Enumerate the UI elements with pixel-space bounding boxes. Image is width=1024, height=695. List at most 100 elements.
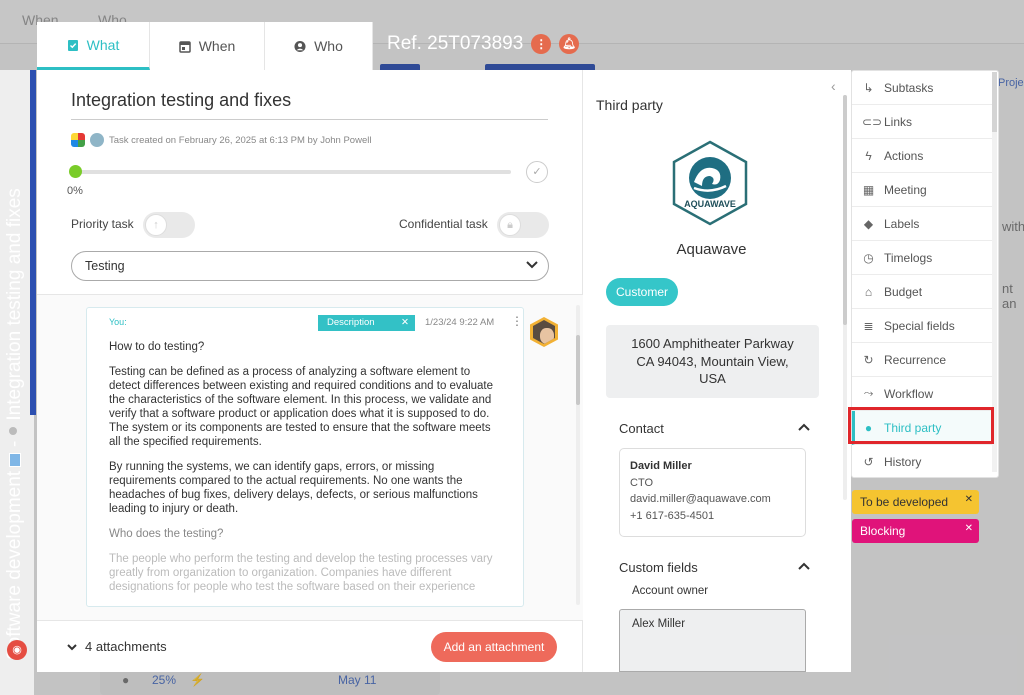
panel-scroll-thumb[interactable] — [843, 95, 847, 325]
menu-labels[interactable]: ◆ Labels — [852, 207, 992, 241]
menu-label: Budget — [884, 284, 923, 299]
task-title-input[interactable]: Integration testing and fixes — [71, 90, 548, 120]
eye-icon[interactable]: ◉ — [7, 640, 27, 660]
priority-toggle[interactable]: ↑ — [143, 212, 195, 238]
menu-subtasks[interactable]: ↳ Subtasks — [852, 71, 992, 105]
company-logo: AQUAWAVE — [672, 140, 748, 226]
progress-handle[interactable] — [69, 165, 82, 178]
tab-who[interactable]: Who — [265, 22, 373, 70]
arrow-up-icon: ↑ — [145, 214, 167, 236]
description-tag-label: Description — [327, 317, 375, 328]
menu-label: Timelogs — [884, 250, 933, 265]
menu-label: Subtasks — [884, 80, 934, 95]
history-icon: ↺ — [863, 455, 874, 469]
contact-email[interactable]: david.miller@aquawave.com — [630, 491, 795, 508]
vertical-task-name: Integration testing and fixes — [4, 188, 25, 421]
menu-budget[interactable]: ⌂ Budget — [852, 275, 992, 309]
menu-links[interactable]: ⊂⊃ Links — [852, 105, 992, 139]
recurrence-icon: ↻ — [863, 352, 874, 367]
task-reference: Ref. 25T073893 — [387, 33, 524, 54]
status-select[interactable]: Testing — [71, 251, 549, 281]
comment-question: How to do testing? — [109, 341, 205, 353]
tab-when[interactable]: When — [150, 22, 265, 70]
address-line: CA 94043, Mountain View, — [636, 353, 789, 369]
menu-label: History — [884, 455, 922, 469]
account-owner-field[interactable]: Alex Miller — [619, 609, 806, 672]
complete-check-icon[interactable]: ✓ — [526, 161, 548, 183]
address-line: USA — [699, 371, 726, 387]
progress-percent: 0% — [67, 185, 83, 197]
menu-meeting[interactable]: ▦ Meeting — [852, 173, 992, 207]
menu-special-fields[interactable]: ≣ Special fields — [852, 309, 992, 343]
chevron-down-icon — [67, 639, 77, 654]
menu-workflow[interactable]: ⤳ Workflow — [852, 377, 992, 411]
contact-name: David Miller — [630, 460, 692, 472]
label-tag[interactable]: To be developed ✕ — [852, 490, 979, 514]
link-icon: ⊂⊃ — [862, 114, 883, 129]
contact-phone[interactable]: +1 617-635-4501 — [630, 508, 795, 525]
calendar-meeting-icon: ▦ — [862, 182, 875, 197]
comment-paragraph: Testing can be defined as a process of a… — [109, 366, 494, 449]
menu-label: Recurrence — [884, 352, 947, 367]
third-party-pane: Third party ‹ AQUAWAVE Aquawave Customer… — [584, 70, 851, 672]
bell-icon[interactable]: 🔔︎ — [559, 34, 580, 54]
workflow-icon: ⤳ — [863, 386, 874, 400]
collapse-left-icon[interactable]: ‹ — [831, 78, 836, 94]
chevron-down-icon — [526, 258, 538, 272]
menu-scroll-thumb[interactable] — [992, 72, 997, 132]
menu-label: Meeting — [884, 182, 927, 197]
more-options-icon[interactable]: ⋮ — [531, 34, 552, 54]
contact-card[interactable]: David Miller CTO david.miller@aquawave.c… — [619, 448, 806, 537]
chevron-up-icon[interactable] — [798, 559, 810, 573]
vertical-project-name: Software development — [4, 470, 25, 660]
menu-history[interactable]: ↺ History — [852, 445, 992, 479]
menu-timelogs[interactable]: ◷ Timelogs — [852, 241, 992, 275]
priority-label: Priority task — [71, 217, 134, 231]
customer-badge: Customer — [606, 278, 678, 306]
address-box: 1600 Amphitheater Parkway CA 94043, Moun… — [606, 325, 819, 398]
remove-label-icon[interactable]: ✕ — [965, 523, 973, 534]
comment-author: You: — [109, 317, 127, 327]
task-created-text: Task created on February 26, 2025 at 6:1… — [109, 134, 372, 146]
comment-card: You: Description ✕ 1/23/24 9:22 AM ⋮ How… — [86, 307, 524, 607]
logo-text: AQUAWAVE — [684, 199, 736, 209]
remove-label-icon[interactable]: ✕ — [965, 494, 973, 505]
label-tag[interactable]: Blocking ✕ — [852, 519, 979, 543]
label-tag-text: To be developed — [860, 495, 949, 509]
label-tag-text: Blocking — [860, 524, 906, 538]
clipboard-check-icon — [67, 40, 78, 51]
comment-date: 1/23/24 9:22 AM — [425, 317, 495, 328]
attachments-count: 4 attachments — [85, 639, 167, 654]
clock-icon: ◷ — [863, 250, 874, 265]
contact-heading[interactable]: Contact — [619, 421, 664, 436]
user-circle-icon — [294, 40, 306, 52]
tab-what[interactable]: What — [37, 22, 150, 70]
menu-label: Labels — [884, 216, 920, 231]
attachments-toggle[interactable]: 4 attachments — [67, 639, 167, 654]
comments-scrollbar[interactable] — [576, 305, 580, 605]
confidential-toggle[interactable]: 🔒︎ — [497, 212, 549, 238]
modal-tabs: What When Who — [37, 22, 373, 70]
tab-who-label: Who — [314, 38, 343, 54]
status-select-value: Testing — [85, 259, 125, 273]
lightning-icon: ϟ — [865, 148, 872, 163]
menu-actions[interactable]: ϟ Actions — [852, 139, 992, 173]
comments-scroll-thumb[interactable] — [576, 335, 580, 405]
comment-paragraph: The people who perform the testing and d… — [109, 553, 493, 594]
panel-scrollbar[interactable] — [843, 95, 847, 500]
add-attachment-button[interactable]: Add an attachment — [431, 632, 557, 662]
comment-body[interactable]: How to do testing? Testing can be define… — [109, 340, 499, 605]
avatar[interactable] — [530, 317, 558, 347]
task-meta: Task created on February 26, 2025 at 6:1… — [71, 133, 371, 147]
tag-icon: ◆ — [863, 216, 874, 231]
menu-label: Actions — [884, 148, 924, 163]
progress-track[interactable] — [75, 170, 511, 174]
custom-fields-heading[interactable]: Custom fields — [619, 560, 698, 575]
confidential-label: Confidential task — [399, 217, 488, 231]
remove-tag-icon[interactable]: ✕ — [401, 317, 409, 328]
task-modal: Integration testing and fixes Task creat… — [37, 70, 851, 672]
comment-menu-icon[interactable]: ⋮ — [511, 314, 523, 328]
panel-title: Third party — [596, 97, 663, 113]
chevron-up-icon[interactable] — [798, 420, 810, 434]
menu-recurrence[interactable]: ↻ Recurrence — [852, 343, 992, 377]
